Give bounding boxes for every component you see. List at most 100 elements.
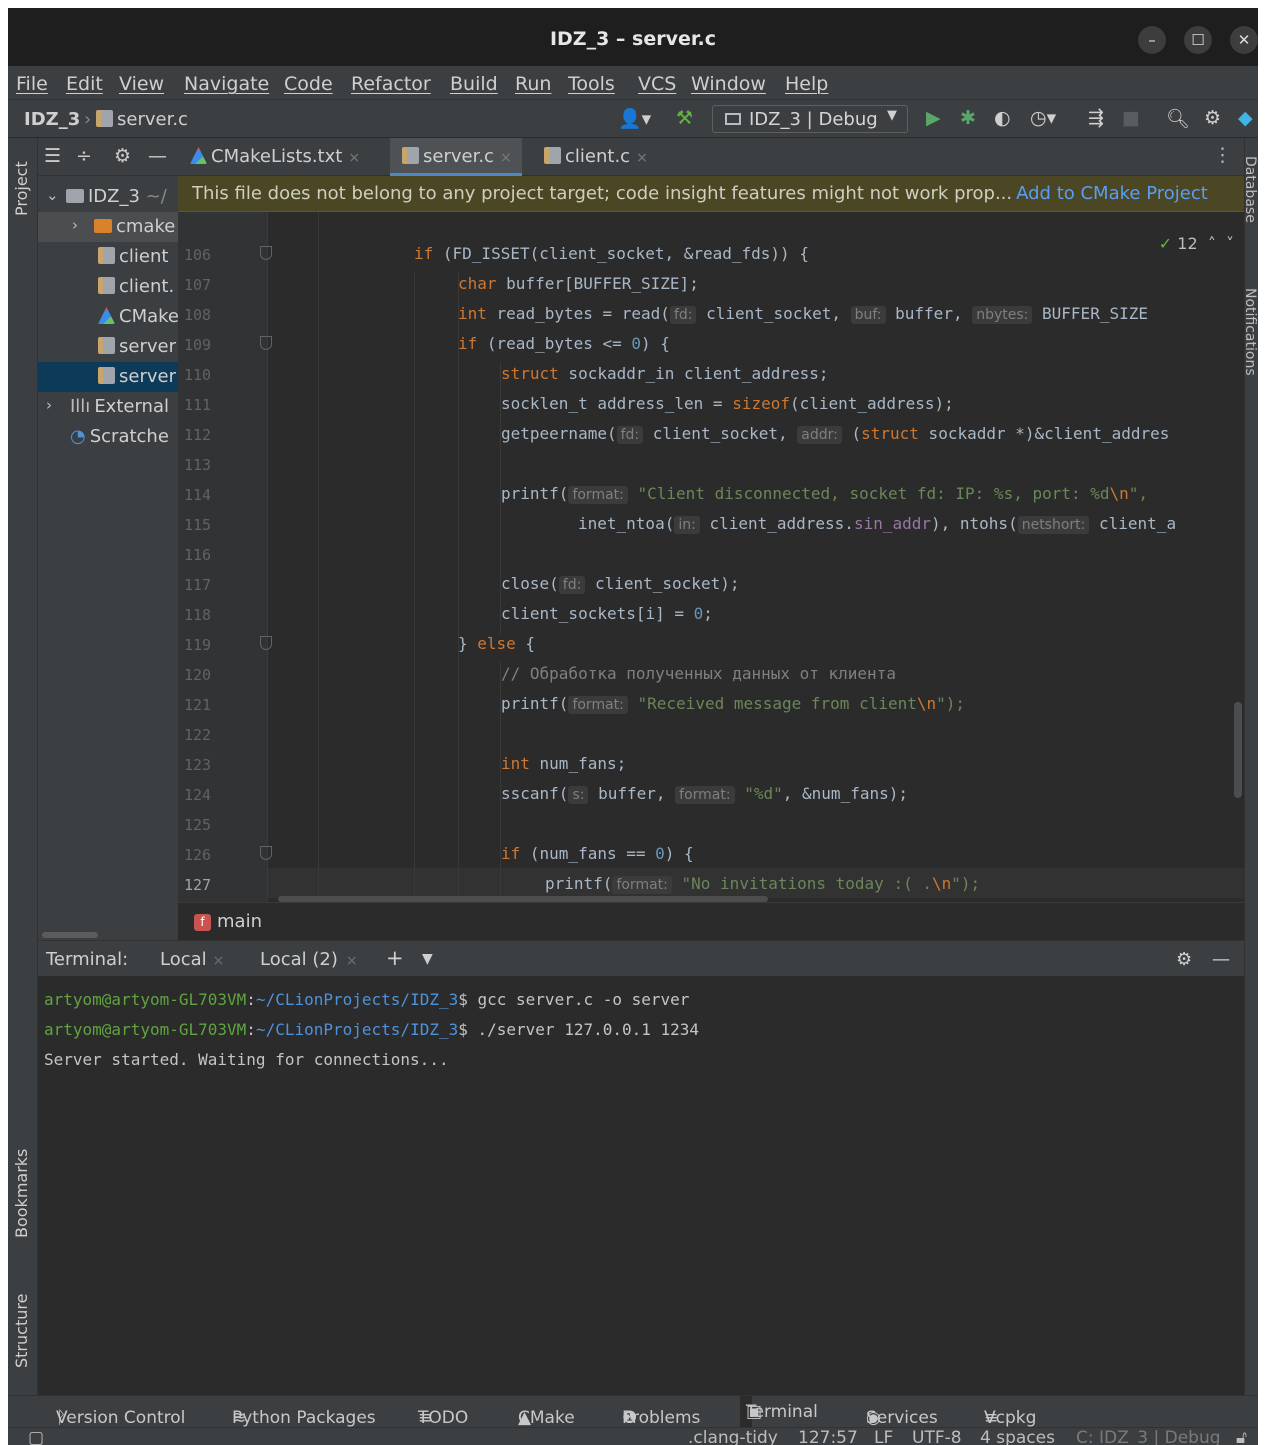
- close-tab-icon[interactable]: ×: [636, 150, 648, 166]
- chevron-down-icon[interactable]: ⌄: [46, 186, 59, 204]
- fold-marker-icon[interactable]: [260, 636, 272, 650]
- expand-all-icon[interactable]: ÷: [76, 145, 92, 167]
- code-editor[interactable]: 106 107 108 109 110 111 112 113 114 115 116 117 118 1…: [178, 212, 1244, 902]
- line-number[interactable]: 115: [184, 516, 220, 534]
- tree-item-cmake[interactable]: › cmake: [38, 212, 178, 242]
- line-number[interactable]: 122: [184, 726, 220, 744]
- line-number[interactable]: 126: [184, 846, 220, 864]
- line-number[interactable]: 124: [184, 786, 220, 804]
- chevron-down-icon[interactable]: ˅: [1226, 234, 1234, 253]
- line-number[interactable]: 119: [184, 636, 220, 654]
- terminal-output[interactable]: artyom@artyom-GL703VM:~/CLionProjects/ID…: [38, 976, 1244, 1395]
- menu-navigate[interactable]: Navigate: [184, 73, 269, 95]
- menu-window[interactable]: Window: [691, 73, 766, 95]
- line-number[interactable]: 118: [184, 606, 220, 624]
- tab-cmakelists[interactable]: CMakeLists.txt ×: [178, 138, 370, 176]
- menu-edit[interactable]: Edit: [66, 73, 103, 95]
- inspection-widget[interactable]: ✓ 12 ˄ ˅: [1159, 234, 1234, 253]
- status-linter[interactable]: .clang-tidy: [688, 1428, 778, 1445]
- nav-project[interactable]: IDZ_3: [24, 109, 80, 130]
- line-number[interactable]: 117: [184, 576, 220, 594]
- collapse-all-icon[interactable]: ☰: [44, 145, 61, 167]
- profile-icon[interactable]: ◷▾: [1030, 107, 1056, 129]
- terminal-tab-local[interactable]: Local ×: [150, 949, 233, 979]
- nav-file[interactable]: server.c: [96, 109, 188, 130]
- menu-tools[interactable]: Tools: [568, 73, 615, 95]
- tab-server-c[interactable]: server.c ×: [390, 138, 522, 176]
- close-tab-icon[interactable]: ×: [500, 150, 512, 166]
- line-number[interactable]: 114: [184, 486, 220, 504]
- chevron-right-icon[interactable]: ›: [72, 216, 78, 234]
- close-button[interactable]: ✕: [1230, 26, 1258, 54]
- line-number[interactable]: 113: [184, 456, 220, 474]
- line-number[interactable]: 116: [184, 546, 220, 564]
- attach-icon[interactable]: ⇶: [1088, 107, 1104, 129]
- tree-item-client-c[interactable]: client.: [38, 272, 178, 302]
- menu-help[interactable]: Help: [785, 73, 828, 95]
- search-icon[interactable]: 🔍︎: [1166, 107, 1190, 130]
- menu-build[interactable]: Build: [450, 73, 498, 95]
- hide-panel-icon[interactable]: —: [148, 145, 167, 167]
- coverage-icon[interactable]: ◐: [994, 107, 1011, 129]
- toggle-tool-windows-icon[interactable]: ▢: [28, 1428, 44, 1445]
- menu-file[interactable]: File: [16, 73, 48, 95]
- project-tool-tab[interactable]: Project: [12, 161, 31, 216]
- user-icon[interactable]: 👤▾: [618, 107, 651, 130]
- tree-item-client-executable[interactable]: client: [38, 242, 178, 272]
- line-number[interactable]: 121: [184, 696, 220, 714]
- status-context[interactable]: C: IDZ_3 | Debug: [1076, 1428, 1221, 1445]
- menu-vcs[interactable]: VCS: [638, 73, 676, 95]
- tree-item-scratches[interactable]: ◔ Scratche: [38, 422, 178, 452]
- terminal-tab-local-2[interactable]: Local (2) ×: [260, 949, 358, 970]
- line-number[interactable]: 120: [184, 666, 220, 684]
- close-tab-icon[interactable]: ×: [346, 953, 358, 969]
- run-icon[interactable]: ▶: [926, 107, 941, 129]
- menu-code[interactable]: Code: [284, 73, 333, 95]
- tool-terminal[interactable]: ▣ Terminal: [740, 1396, 818, 1428]
- line-number[interactable]: 111: [184, 396, 220, 414]
- status-encoding[interactable]: UTF-8: [912, 1428, 962, 1445]
- line-number[interactable]: 123: [184, 756, 220, 774]
- notifications-tool-tab[interactable]: Notifications: [1245, 288, 1258, 376]
- options-gear-icon[interactable]: ⚙: [114, 145, 131, 167]
- tree-item-server-executable[interactable]: server: [38, 332, 178, 362]
- close-tab-icon[interactable]: ×: [348, 150, 360, 166]
- debug-icon[interactable]: ✱: [960, 107, 976, 129]
- code-breadcrumb[interactable]: f main: [178, 902, 1244, 940]
- fold-marker-icon[interactable]: [260, 846, 272, 860]
- tree-item-root[interactable]: ⌄ IDZ_3 ~/: [38, 182, 178, 212]
- add-to-cmake-link[interactable]: Add to CMake Project: [1016, 183, 1208, 204]
- line-number[interactable]: 110: [184, 366, 220, 384]
- status-line-ending[interactable]: LF: [874, 1428, 893, 1445]
- line-number[interactable]: 107: [184, 276, 220, 294]
- tree-item-server-c[interactable]: server: [38, 362, 178, 392]
- menu-refactor[interactable]: Refactor: [351, 73, 431, 95]
- menu-view[interactable]: View: [119, 73, 164, 95]
- line-number[interactable]: 125: [184, 816, 220, 834]
- chevron-up-icon[interactable]: ˄: [1208, 234, 1216, 253]
- tree-item-cmakelists[interactable]: CMake: [38, 302, 178, 332]
- run-configuration-select[interactable]: IDZ_3 | Debug ▼: [712, 105, 908, 133]
- tab-client-c[interactable]: client.c ×: [532, 138, 658, 176]
- more-options-icon[interactable]: ⋮: [1213, 144, 1232, 166]
- terminal-settings-gear-icon[interactable]: ⚙: [1176, 949, 1192, 970]
- line-number[interactable]: 108: [184, 306, 220, 324]
- status-caret-position[interactable]: 127:57: [798, 1428, 858, 1445]
- settings-gear-icon[interactable]: ⚙: [1204, 107, 1221, 129]
- stop-icon[interactable]: ■: [1122, 107, 1140, 129]
- hide-terminal-icon[interactable]: —: [1212, 949, 1230, 970]
- maximize-button[interactable]: ☐: [1184, 26, 1212, 54]
- database-tool-tab[interactable]: Database: [1245, 156, 1258, 223]
- project-scrollbar[interactable]: [42, 932, 98, 938]
- line-number[interactable]: 106: [184, 246, 220, 264]
- fold-marker-icon[interactable]: [260, 336, 272, 350]
- menu-run[interactable]: Run: [515, 73, 551, 95]
- close-tab-icon[interactable]: ×: [213, 953, 225, 969]
- tree-item-external-libraries[interactable]: › Illı External: [38, 392, 178, 422]
- line-number[interactable]: 127: [184, 876, 220, 894]
- status-indent[interactable]: 4 spaces: [980, 1428, 1055, 1445]
- line-number[interactable]: 112: [184, 426, 220, 444]
- build-hammer-icon[interactable]: ⚒: [676, 107, 693, 129]
- breadcrumb-function[interactable]: main: [217, 911, 262, 932]
- structure-tool-tab[interactable]: Structure: [12, 1294, 31, 1368]
